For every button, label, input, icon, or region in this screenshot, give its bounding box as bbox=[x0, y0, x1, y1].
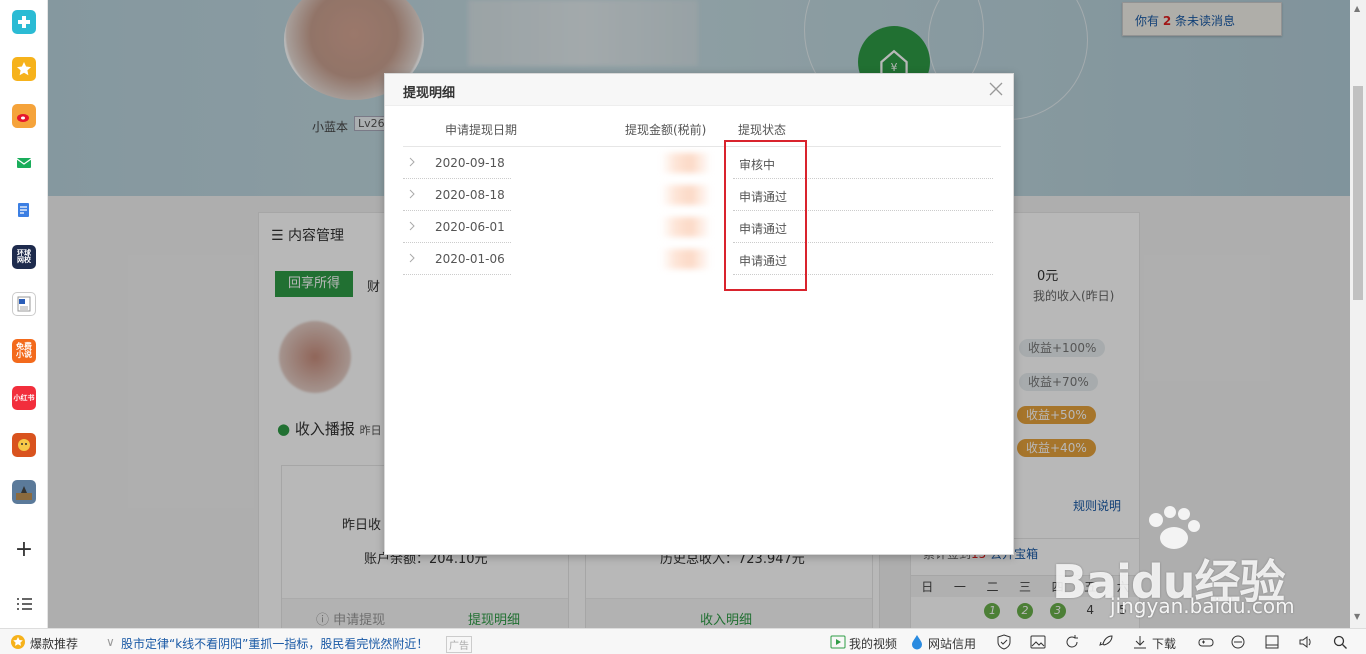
blurred-amount bbox=[661, 249, 711, 269]
image-icon[interactable] bbox=[1030, 634, 1046, 650]
site-credit-link[interactable]: 网站信用 bbox=[928, 635, 976, 652]
column-header-date: 申请提现日期 bbox=[445, 123, 518, 137]
table-row[interactable]: 2020-09-18 审核中 bbox=[403, 147, 993, 179]
blurred-amount bbox=[661, 153, 711, 173]
row-date: 2020-01-06 bbox=[435, 252, 505, 266]
chevron-right-icon[interactable] bbox=[407, 219, 417, 233]
plus-app-icon[interactable] bbox=[12, 10, 36, 34]
blurred-amount bbox=[661, 217, 711, 237]
chevron-right-icon[interactable] bbox=[407, 155, 417, 169]
download-icon[interactable] bbox=[1132, 634, 1148, 650]
notes-icon[interactable] bbox=[12, 198, 36, 222]
search-icon[interactable] bbox=[1332, 634, 1348, 650]
dialog-title: 提现明细 bbox=[385, 74, 1013, 106]
row-date: 2020-09-18 bbox=[435, 156, 505, 170]
chevron-right-icon[interactable] bbox=[407, 251, 417, 265]
table-row[interactable]: 2020-06-01 申请通过 bbox=[403, 211, 993, 243]
browser-status-bar: 爆款推荐 ∨ 股市定律“k线不看阴阳”重抓一指标，股民看完恍然附近！ 广告 我的… bbox=[0, 628, 1366, 654]
table-row[interactable]: 2020-01-06 申请通过 bbox=[403, 243, 993, 275]
column-header-status: 提现状态 bbox=[738, 123, 787, 137]
video-play-icon[interactable] bbox=[830, 634, 846, 650]
game-app-icon[interactable] bbox=[12, 433, 36, 457]
pubg-game-icon[interactable] bbox=[12, 480, 36, 504]
word-doc-icon[interactable] bbox=[12, 292, 36, 316]
shield-icon[interactable] bbox=[996, 634, 1012, 650]
blurred-amount bbox=[661, 185, 711, 205]
my-videos-link[interactable]: 我的视频 bbox=[849, 635, 897, 652]
browser-e-icon[interactable] bbox=[1230, 634, 1246, 650]
novel-app-icon[interactable]: 免费 小说 bbox=[12, 339, 36, 363]
table-row[interactable]: 2020-08-18 申请通过 bbox=[403, 179, 993, 211]
withdraw-detail-dialog: 提现明细 申请提现日期 提现金额(税前) 提现状态 2020-09-18 审核中… bbox=[384, 73, 1014, 555]
add-app-icon[interactable]: + bbox=[14, 539, 34, 561]
scroll-thumb[interactable] bbox=[1353, 86, 1363, 300]
window-icon[interactable] bbox=[1264, 634, 1280, 650]
hot-star-icon bbox=[11, 635, 25, 649]
app-sidebar: 环球 网校 免费 小说 小红书 + bbox=[0, 0, 48, 628]
water-drop-icon[interactable] bbox=[909, 634, 925, 650]
download-link[interactable]: 下载 bbox=[1152, 635, 1176, 652]
hot-recommend-link[interactable]: 爆款推荐 bbox=[30, 635, 78, 652]
scroll-up-icon[interactable]: ▲ bbox=[1354, 4, 1360, 13]
ad-badge: 广告 bbox=[446, 636, 472, 653]
rocket-icon[interactable] bbox=[1098, 634, 1114, 650]
status-highlight-box bbox=[724, 140, 807, 291]
news-ticker-link[interactable]: 股市定律“k线不看阴阳”重抓一指标，股民看完恍然附近！ bbox=[121, 635, 428, 652]
news-app-icon[interactable]: 环球 网校 bbox=[12, 245, 36, 269]
close-icon[interactable] bbox=[987, 80, 1005, 98]
favorites-star-icon[interactable] bbox=[12, 57, 36, 81]
chevron-down-icon[interactable]: ∨ bbox=[106, 635, 115, 649]
game-controller-icon[interactable] bbox=[1198, 634, 1214, 650]
weibo-icon[interactable] bbox=[12, 104, 36, 128]
speaker-icon[interactable] bbox=[1298, 634, 1314, 650]
xiaohongshu-icon[interactable]: 小红书 bbox=[12, 386, 36, 410]
refresh-icon[interactable] bbox=[1064, 634, 1080, 650]
chevron-right-icon[interactable] bbox=[407, 187, 417, 201]
scroll-down-icon[interactable]: ▼ bbox=[1354, 612, 1360, 621]
column-header-amount: 提现金额(税前) bbox=[625, 123, 707, 137]
row-date: 2020-06-01 bbox=[435, 220, 505, 234]
row-date: 2020-08-18 bbox=[435, 188, 505, 202]
menu-list-icon[interactable] bbox=[14, 594, 34, 614]
page-scrollbar[interactable]: ▲ ▼ bbox=[1350, 0, 1366, 628]
mail-icon[interactable] bbox=[12, 151, 36, 175]
